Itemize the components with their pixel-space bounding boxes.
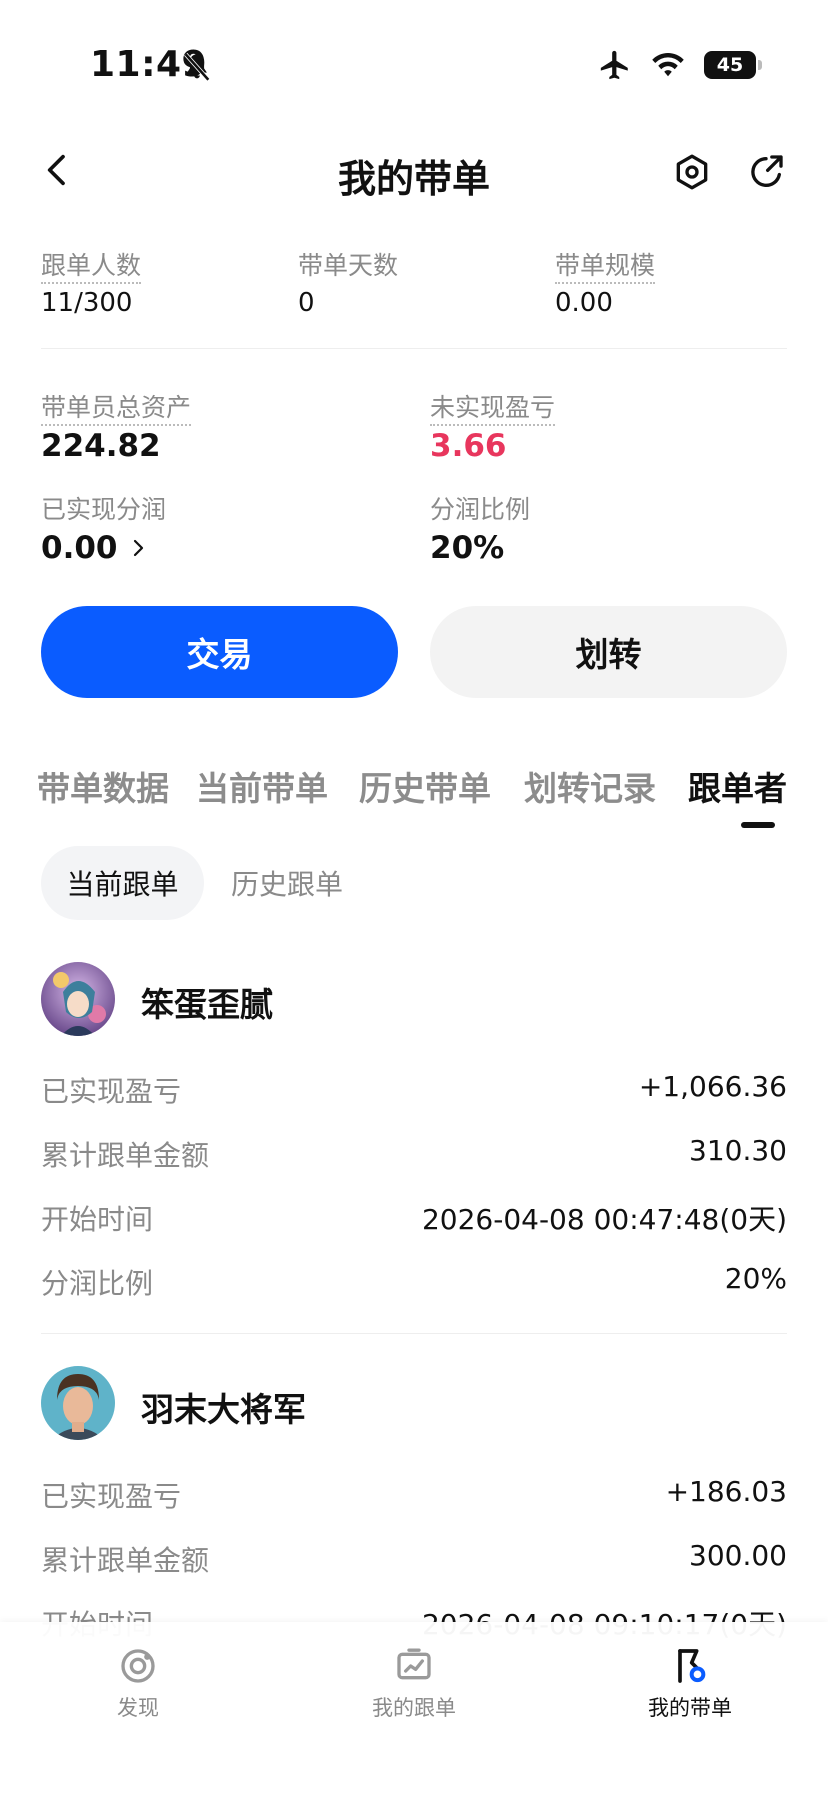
total-assets-value: 224.82 [41,428,161,464]
chart-screen-icon [397,1648,431,1680]
trade-button[interactable]: 交易 [41,606,398,698]
lead-days-value: 0 [298,288,315,318]
subtab-current-follow[interactable]: 当前跟单 [41,846,204,920]
follow-amount-label: 累计跟单金额 [41,1544,210,1577]
nav-my-follow[interactable]: 我的跟单 [324,1646,504,1722]
tab-history-leads[interactable]: 历史带单 [359,762,491,810]
nav-my-lead[interactable]: 我的带单 [600,1646,780,1722]
unrealized-pnl-value: 3.66 [430,428,507,464]
lead-scale-value: 0.00 [555,288,613,318]
transfer-button[interactable]: 划转 [430,606,787,698]
portrait-avatar-image [41,1366,115,1440]
share-icon[interactable] [746,152,786,192]
follower-name: 笨蛋歪腻 [141,985,273,1024]
chevron-right-icon[interactable] [126,536,150,560]
active-tab-indicator [741,822,775,828]
realized-pnl-value: +1,066.36 [638,1070,787,1103]
tab-followers[interactable]: 跟单者 [688,762,787,810]
lead-days-label: 带单天数 [298,251,399,280]
realized-share-value: 0.00 [41,530,118,566]
status-indicators: 45 [598,48,762,82]
tab-current-leads[interactable]: 当前带单 [196,762,328,810]
followers-count-label: 跟单人数 [41,251,142,284]
share-ratio-label: 分润比例 [430,495,531,524]
wifi-icon [652,53,684,77]
lead-days-stat: 带单天数 0 [298,246,398,318]
lead-scale-stat: 带单规模 0.00 [555,246,656,318]
airplane-icon [600,50,628,80]
nav-my-follow-label: 我的跟单 [372,1696,456,1720]
flag-lead-icon [678,1649,706,1683]
realized-share-block[interactable]: 已实现分润 0.00 [41,490,166,566]
nav-discover-label: 发现 [117,1696,159,1720]
avatar[interactable] [41,1366,115,1440]
anime-avatar-image [41,962,115,1036]
bottom-nav: 发现 我的跟单 我的带单 [0,1622,828,1801]
nav-my-lead-label: 我的带单 [648,1696,732,1720]
discover-icon [121,1649,155,1683]
followers-count-stat: 跟单人数 11/300 [41,246,142,318]
followers-count-value: 11/300 [41,288,133,318]
tab-bar: 带单数据 当前带单 历史带单 划转记录 跟单者 [0,762,828,822]
unrealized-pnl-label: 未实现盈亏 [430,393,556,426]
divider [41,348,787,349]
realized-pnl-value: +186.03 [665,1475,787,1508]
follow-amount-value: 300.00 [689,1539,787,1572]
share-ratio-value: 20% [724,1262,787,1295]
follow-amount-value: 310.30 [689,1134,787,1167]
tab-transfer-records[interactable]: 划转记录 [524,762,656,810]
tab-lead-data[interactable]: 带单数据 [37,762,169,810]
follower-name: 羽末大将军 [141,1390,306,1429]
divider [41,1333,787,1334]
battery-indicator: 45 [704,51,762,79]
total-assets-block: 带单员总资产 224.82 [41,388,192,464]
share-ratio-block: 分润比例 20% [430,490,530,566]
realized-pnl-label: 已实现盈亏 [41,1480,182,1513]
subtab-history-follow[interactable]: 历史跟单 [231,846,343,920]
silent-bell-icon [184,52,210,82]
start-time-value: 2026-04-08 00:47:48(0天) [421,1203,787,1236]
unrealized-pnl-block: 未实现盈亏 3.66 [430,388,556,464]
lead-scale-label: 带单规模 [555,251,656,284]
total-assets-label: 带单员总资产 [41,393,192,426]
realized-share-label: 已实现分润 [41,495,167,524]
share-ratio-label: 分润比例 [41,1267,154,1300]
avatar[interactable] [41,962,115,1036]
start-time-label: 开始时间 [41,1203,154,1236]
share-ratio-value: 20% [430,530,505,566]
settings-hexagon-icon[interactable] [672,152,712,192]
nav-discover[interactable]: 发现 [48,1646,228,1722]
follow-amount-label: 累计跟单金额 [41,1139,210,1172]
realized-pnl-label: 已实现盈亏 [41,1075,182,1108]
